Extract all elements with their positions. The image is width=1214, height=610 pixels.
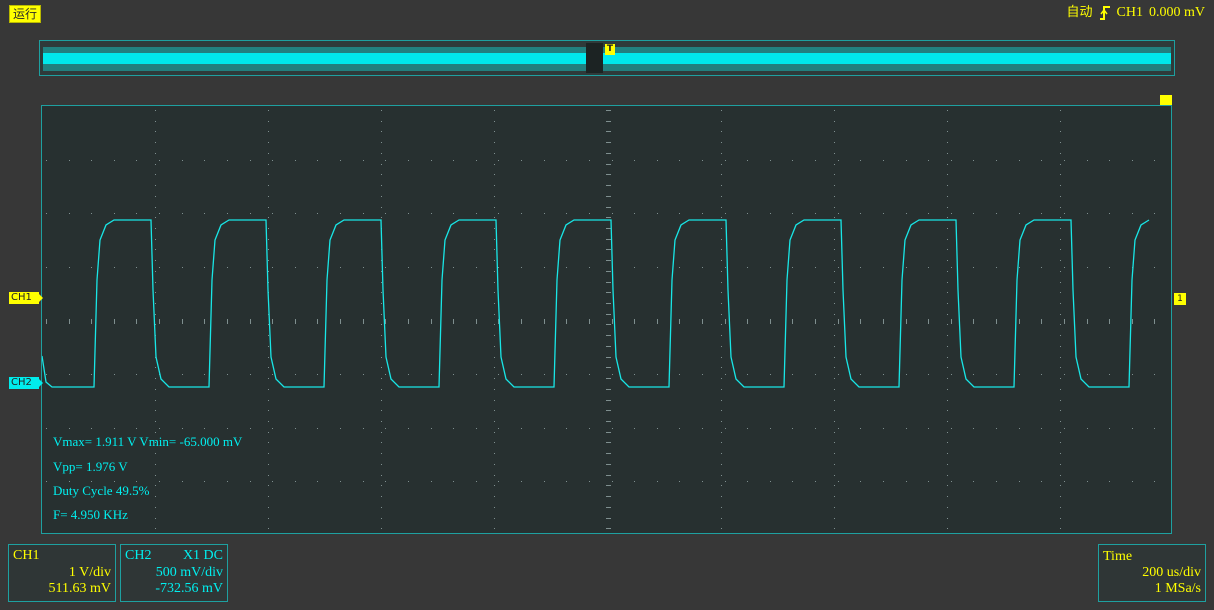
ch2-marker-arrow xyxy=(37,377,43,389)
ch1-offset: 511.63 mV xyxy=(48,581,111,596)
ch2-settings-panel[interactable]: CH2 X1 DC 500 mV/div -732.56 mV xyxy=(120,544,228,602)
measurement-duty-cycle: Duty Cycle 49.5% xyxy=(53,483,150,498)
overview-band-lower xyxy=(43,64,1171,71)
ch1-level-marker[interactable]: CH1 xyxy=(9,292,39,304)
ch1-panel-title: CH1 xyxy=(13,548,40,563)
ch2-panel-title: CH2 xyxy=(125,548,152,563)
ch1-scale: 1 V/div xyxy=(68,565,111,580)
ch2-waveform xyxy=(42,219,1150,388)
trigger-source: CH1 xyxy=(1116,5,1143,20)
ch2-scale: 500 mV/div xyxy=(155,565,223,580)
timebase-panel[interactable]: Time 200 us/div 1 MSa/s xyxy=(1098,544,1206,602)
timebase-scale: 200 us/div xyxy=(1142,565,1201,580)
ch2-offset: -732.56 mV xyxy=(155,581,223,596)
ch2-level-marker[interactable]: CH2 xyxy=(9,377,39,389)
ch1-settings-panel[interactable]: CH1 1 V/div 511.63 mV xyxy=(8,544,116,602)
ch1-marker-arrow xyxy=(37,292,43,304)
ch2-coupling: X1 DC xyxy=(182,548,223,563)
overview-view-window[interactable] xyxy=(586,43,603,73)
measurement-vmax-vmin: Vmax= 1.911 V Vmin= -65.000 mV xyxy=(53,434,243,449)
sample-rate: 1 MSa/s xyxy=(1154,581,1201,596)
trigger-level-marker[interactable]: 1 xyxy=(1174,293,1186,305)
rising-edge-icon xyxy=(1099,5,1111,21)
waveform-overview-bar[interactable]: T xyxy=(39,40,1175,76)
trigger-mode: 自动 xyxy=(1066,5,1093,20)
timebase-title: Time xyxy=(1103,549,1133,564)
trigger-position-marker[interactable] xyxy=(1160,95,1172,105)
measurement-vpp: Vpp= 1.976 V xyxy=(53,459,128,474)
measurement-frequency: F= 4.950 KHz xyxy=(53,507,128,522)
trigger-info[interactable]: 自动 CH1 0.000 mV xyxy=(1067,4,1205,22)
waveform-display[interactable]: Vmax= 1.911 V Vmin= -65.000 mV Vpp= 1.97… xyxy=(41,105,1172,534)
run-status-badge[interactable]: 运行 xyxy=(9,5,42,23)
overview-trigger-marker: T xyxy=(605,44,615,55)
trigger-level: 0.000 mV xyxy=(1149,5,1205,20)
